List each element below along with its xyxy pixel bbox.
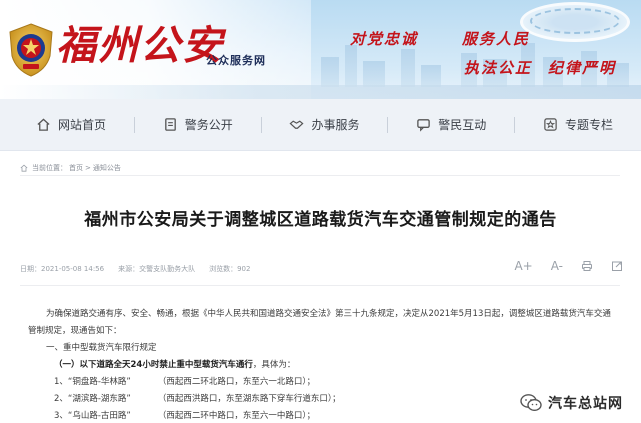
star-icon <box>544 118 557 131</box>
chat-icon <box>417 119 430 132</box>
article-tools: A+ A- <box>514 259 623 273</box>
slogan-1: 对党忠诚 <box>350 30 419 48</box>
section-heading: 一、重中型载货汽车限行规定 <box>46 343 157 353</box>
watermark-text: 汽车总站网 <box>548 396 623 412</box>
slogan-2: 服务人民 <box>462 30 531 48</box>
breadcrumb: 当前位置： 首页 > 通知公告 <box>20 163 121 173</box>
nav-divider <box>133 116 135 133</box>
subsection-heading: （一）以下道路全天24小时禁止重中型载货汽车通行，具体为： <box>28 357 628 374</box>
subsection-prefix: （一） <box>54 360 80 370</box>
article-source: 来源：交警支队勤务大队 <box>118 265 196 273</box>
font-increase-button[interactable]: A+ <box>514 259 532 273</box>
subsection-suffix: ，具体为： <box>252 360 296 370</box>
site-subtitle: 公众服务网 <box>206 54 266 67</box>
print-button[interactable] <box>581 260 593 272</box>
font-decrease-button[interactable]: A- <box>551 259 563 273</box>
nav-item-label: 警务公开 <box>184 118 233 132</box>
police-emblem-icon <box>9 23 53 77</box>
nav-item-label: 网站首页 <box>58 118 107 132</box>
wechat-logo-icon <box>520 394 542 412</box>
site-banner: 福州公安 公众服务网 对党忠诚 服务人民 执法公正 纪律严明 <box>0 0 641 99</box>
share-icon <box>612 261 622 271</box>
view-count: 浏览数：902 <box>209 265 251 273</box>
list-item: 1、“铜盘路-华林路” （西起西二环北路口，东至六一北路口）； <box>28 374 628 391</box>
item-road: “铜盘路-华林路” <box>67 377 131 387</box>
item-number: 1、 <box>54 377 68 387</box>
nav-item-label: 警民互动 <box>438 118 487 132</box>
divider <box>20 175 620 176</box>
main-nav: 网站首页 警务公开 办事服务 警民互动 专题专栏 <box>0 99 641 151</box>
subsection-main: 以下道路全天24小时禁止重中型载货汽车通行 <box>79 360 253 370</box>
breadcrumb-prefix: 当前位置： <box>32 164 67 172</box>
item-desc: （西起西二环北路口，东至六一北路口）； <box>157 377 316 387</box>
document-icon <box>164 118 176 131</box>
item-number: 3、 <box>54 411 68 421</box>
article-content: 当前位置： 首页 > 通知公告 福州市公安局关于调整城区道路载货汽车交通管制规定… <box>6 151 635 423</box>
publish-date: 日期：2021-05-08 14:56 <box>20 265 105 273</box>
slogan-4: 纪律严明 <box>548 59 617 77</box>
handshake-icon <box>289 120 304 129</box>
watermark: 汽车总站网 <box>516 391 627 415</box>
divider <box>20 285 620 286</box>
nav-divider <box>387 116 389 133</box>
breadcrumb-home[interactable]: 首页 <box>69 163 83 173</box>
item-road: “乌山路-古田路” <box>67 411 131 421</box>
skyline-strip <box>0 85 641 99</box>
item-desc: （西起西二环中路口，东至六一中路口）； <box>157 411 316 421</box>
share-button[interactable] <box>611 260 623 272</box>
nav-item-interaction[interactable]: 警民互动 <box>416 116 486 133</box>
breadcrumb-separator: > <box>85 164 91 172</box>
breadcrumb-notices[interactable]: 通知公告 <box>93 163 121 173</box>
item-road: “湖滨路-湖东路” <box>67 394 131 404</box>
intro-paragraph: 为确保道路交通有序、安全、畅通，根据《中华人民共和国道路交通安全法》第三十九条规… <box>46 309 611 319</box>
print-icon <box>582 261 592 271</box>
nav-divider <box>260 116 262 133</box>
item-desc: （西起西洪路口，东至湖东路下穿车行道东口）； <box>157 394 341 404</box>
item-number: 2、 <box>54 394 68 404</box>
intro-paragraph-cont: 管制规定，现通告如下： <box>28 326 122 336</box>
article-title: 福州市公安局关于调整城区道路载货汽车交通管制规定的通告 <box>84 210 557 230</box>
slogan-3: 执法公正 <box>464 59 533 77</box>
nav-item-services[interactable]: 办事服务 <box>289 116 359 133</box>
nav-item-home[interactable]: 网站首页 <box>36 116 106 133</box>
nav-divider <box>514 116 516 133</box>
nav-item-label: 专题专栏 <box>564 118 613 132</box>
stadium-roof-graphic <box>530 8 620 34</box>
nav-item-special-topics[interactable]: 专题专栏 <box>543 116 613 133</box>
home-icon <box>37 118 50 131</box>
nav-item-police-affairs[interactable]: 警务公开 <box>163 116 233 133</box>
nav-item-label: 办事服务 <box>311 118 360 132</box>
location-home-icon <box>20 164 28 172</box>
